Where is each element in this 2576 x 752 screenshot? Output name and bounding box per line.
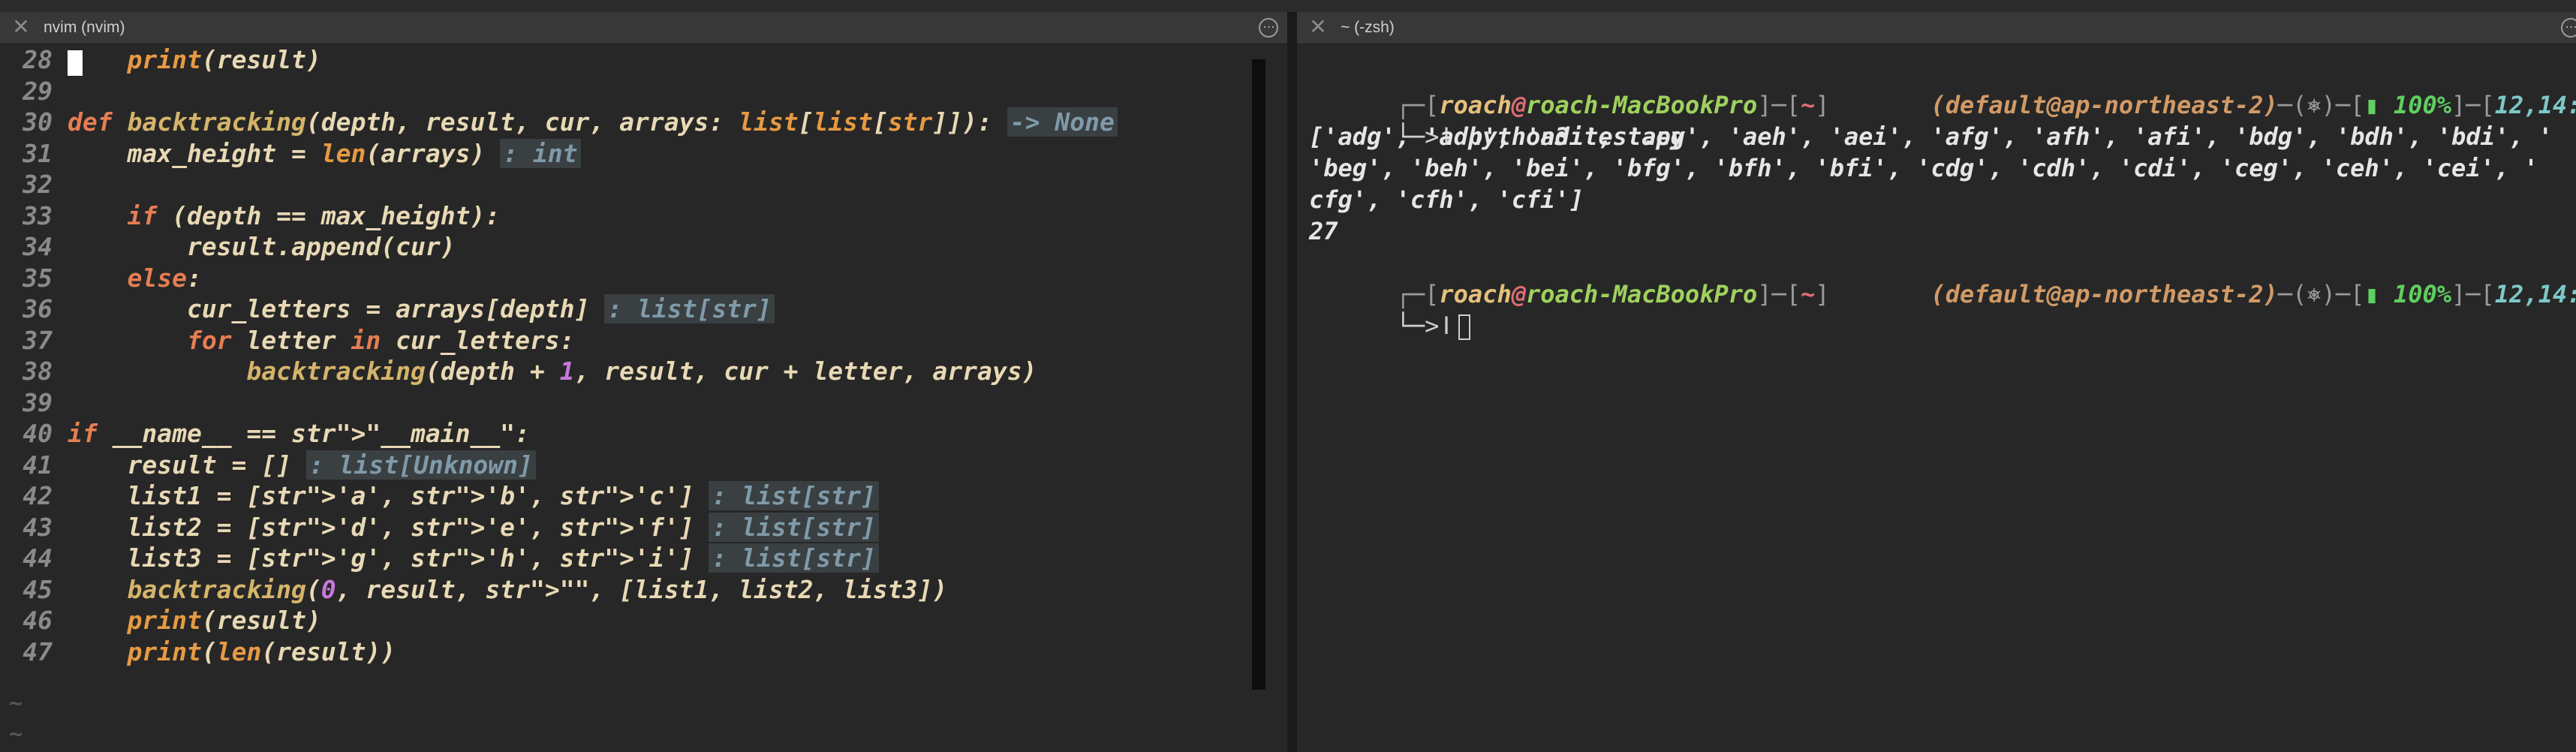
line-number: 31 <box>23 138 53 168</box>
code-text: print(len(result)) <box>127 636 396 666</box>
line-number: 47 <box>23 636 53 666</box>
command-line: └─>ǀ python3 test.py <box>1395 122 1685 151</box>
line-number: 29 <box>23 76 53 106</box>
window-top-strip <box>0 0 2576 12</box>
battery-icon: ▮ <box>2364 280 2379 308</box>
battery-icon: ▮ <box>2364 91 2379 119</box>
line-number: 36 <box>23 294 53 323</box>
code-text: list1 = [str">'a', str">'b', str">'c'] :… <box>68 480 879 512</box>
nvim-tab-title[interactable]: nvim (nvim) <box>44 19 125 37</box>
code-text: result.append(cur) <box>68 232 456 261</box>
output-line: ['adg', 'adh', 'adi', 'aeg', 'aeh', 'aei… <box>1309 122 2553 151</box>
more-options-icon[interactable]: ⋯ <box>1259 18 1278 38</box>
line-number: 39 <box>23 387 53 417</box>
line-number: 43 <box>23 512 53 542</box>
more-options-icon[interactable]: ⋯ <box>2561 18 2576 38</box>
prompt-dir: ~ <box>1801 91 1816 119</box>
line-number: 30 <box>23 107 53 137</box>
code-text: print(result) <box>127 45 321 74</box>
prompt-time: 12,14:50 <box>2494 91 2576 119</box>
line-number: 35 <box>23 263 53 293</box>
line-number: 41 <box>23 450 53 480</box>
prompt-line: ┌─[roach@roach-MacBookPro]─[~] (default@… <box>1395 280 2576 308</box>
line-number: 28 <box>23 45 53 74</box>
empty-line-marker: ~ <box>9 721 23 747</box>
pane-divider[interactable] <box>1287 12 1297 752</box>
code-text: cur_letters = arrays[depth] : list[str] <box>68 293 775 325</box>
code-text: list2 = [str">'d', str">'e', str">'f'] :… <box>68 512 879 543</box>
terminal-pane[interactable]: ✕ ~ (-zsh) ⋯ ┌─[roach@roach-MacBookPro]─… <box>1297 12 2576 752</box>
code-text: backtracking(depth + 1, result, cur + le… <box>246 356 1037 386</box>
output-line: cfg', 'cfh', 'cfi'] <box>1309 185 1584 214</box>
editor-cursor <box>68 50 83 76</box>
nvim-pane[interactable]: ✕ nvim (nvim) ⋯ 28 print(result) 29 30 def … <box>0 12 1287 752</box>
battery-level: 100% <box>2393 91 2451 119</box>
code-text: else: <box>127 263 202 293</box>
code-text: def backtracking(depth, result, cur, arr… <box>68 107 1118 138</box>
line-number: 33 <box>23 200 53 230</box>
terminal-tab-bar: ✕ ~ (-zsh) ⋯ <box>1297 12 2576 44</box>
close-icon[interactable]: ✕ <box>11 17 32 38</box>
line-number: 46 <box>23 606 53 635</box>
nvim-tab-bar: ✕ nvim (nvim) ⋯ <box>0 12 1287 44</box>
command-line[interactable]: └─>ǀ <box>1309 278 1470 340</box>
line-number: 38 <box>23 356 53 386</box>
line-number: 32 <box>23 170 53 199</box>
output-line: 'beg', 'beh', 'bei', 'bfg', 'bfh', 'bfi'… <box>1309 154 2538 182</box>
close-icon[interactable]: ✕ <box>1308 17 1329 38</box>
output-line: 27 <box>1309 217 1338 245</box>
code-text: result = [] : list[Unknown] <box>68 450 536 481</box>
prompt-line: ┌─[roach@roach-MacBookPro]─[~] (default@… <box>1309 58 2576 119</box>
code-text: list3 = [str">'g', str">'h', str">'i'] :… <box>68 543 879 574</box>
line-number: 45 <box>23 574 53 604</box>
line-number: 40 <box>23 419 53 448</box>
code-text: backtracking(0, result, str">"", [list1,… <box>127 574 948 604</box>
line-number: 44 <box>23 543 53 573</box>
terminal-cursor <box>1458 314 1470 340</box>
code-text: if (depth == max_height): <box>127 200 501 230</box>
editor-scrollbar[interactable] <box>1252 59 1265 690</box>
code-editor[interactable]: 28 print(result) 29 30 def backtracking(dep… <box>0 44 1268 752</box>
code-text: max_height = len(arrays) : int <box>68 138 581 170</box>
code-text: for letter in cur_letters: <box>186 325 575 355</box>
line-number: 34 <box>23 232 53 261</box>
line-number: 37 <box>23 325 53 355</box>
line-number: 42 <box>23 481 53 510</box>
code-text: print(result) <box>127 606 321 635</box>
prompt-context: (default@ap-northeast-2) <box>1930 91 2278 119</box>
terminal-tab-title[interactable]: ~ (-zsh) <box>1341 19 1395 37</box>
terminal-output[interactable]: ┌─[roach@roach-MacBookPro]─[~] (default@… <box>1297 44 2576 752</box>
code-text: if __name__ == str">"__main__": <box>68 419 530 448</box>
empty-line-marker: ~ <box>9 690 23 717</box>
